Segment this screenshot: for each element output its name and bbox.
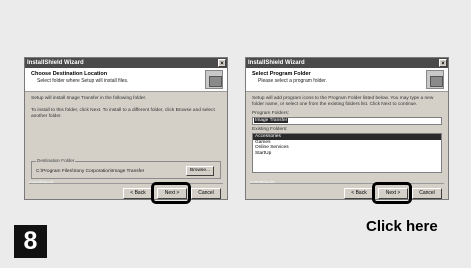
- body-text: Setup will add program icons to the Prog…: [252, 96, 434, 107]
- computer-icon: [426, 70, 444, 89]
- installshield-dialog-program-folder: InstallShield Wizard × Select Program Fo…: [245, 57, 449, 200]
- divider: [250, 183, 444, 184]
- back-button[interactable]: < Back: [123, 188, 153, 199]
- window-title: InstallShield Wizard: [248, 60, 305, 66]
- destination-path: C:\Program Files\Sony Corporation\Image …: [36, 169, 145, 174]
- click-here-callout: Click here: [366, 218, 438, 235]
- header-subtitle: Select folder where Setup will install f…: [37, 78, 129, 84]
- header-subtitle: Please select a program folder.: [258, 78, 327, 84]
- step-number: 8: [14, 225, 47, 258]
- title-bar: InstallShield Wizard ×: [246, 58, 448, 68]
- header-title: Select Program Folder: [252, 71, 311, 77]
- destination-folder-group: Destination Folder C:\Program Files\Sony…: [31, 158, 221, 179]
- divider: [29, 183, 223, 184]
- wizard-header: Select Program Folder Please select a pr…: [246, 68, 448, 92]
- program-folder-input[interactable]: Image Transfer: [252, 117, 442, 125]
- cancel-button[interactable]: Cancel: [412, 188, 442, 199]
- computer-icon: [205, 70, 223, 89]
- body-text: To install to this folder, click Next. T…: [31, 108, 215, 119]
- list-item[interactable]: StartUp: [253, 151, 441, 157]
- existing-folders-list[interactable]: Accessories Games Online Services StartU…: [252, 133, 442, 173]
- window-title: InstallShield Wizard: [27, 60, 84, 66]
- back-button[interactable]: < Back: [344, 188, 374, 199]
- installshield-dialog-destination: InstallShield Wizard × Choose Destinatio…: [24, 57, 228, 200]
- browse-button[interactable]: Browse...: [186, 166, 214, 176]
- title-bar: InstallShield Wizard ×: [25, 58, 227, 68]
- body-text: Setup will install Image Transfer in the…: [31, 96, 147, 101]
- wizard-header: Choose Destination Location Select folde…: [25, 68, 227, 92]
- header-title: Choose Destination Location: [31, 71, 108, 77]
- close-icon[interactable]: ×: [439, 59, 447, 67]
- cancel-button[interactable]: Cancel: [191, 188, 221, 199]
- wizard-body: Setup will add program icons to the Prog…: [246, 92, 448, 177]
- next-button-highlight: [151, 182, 191, 204]
- wizard-body: Setup will install Image Transfer in the…: [25, 92, 227, 130]
- close-icon[interactable]: ×: [218, 59, 226, 67]
- next-button-highlight: [372, 182, 412, 204]
- program-folder-value: Image Transfer: [254, 118, 289, 123]
- destination-folder-legend: Destination Folder: [36, 158, 76, 164]
